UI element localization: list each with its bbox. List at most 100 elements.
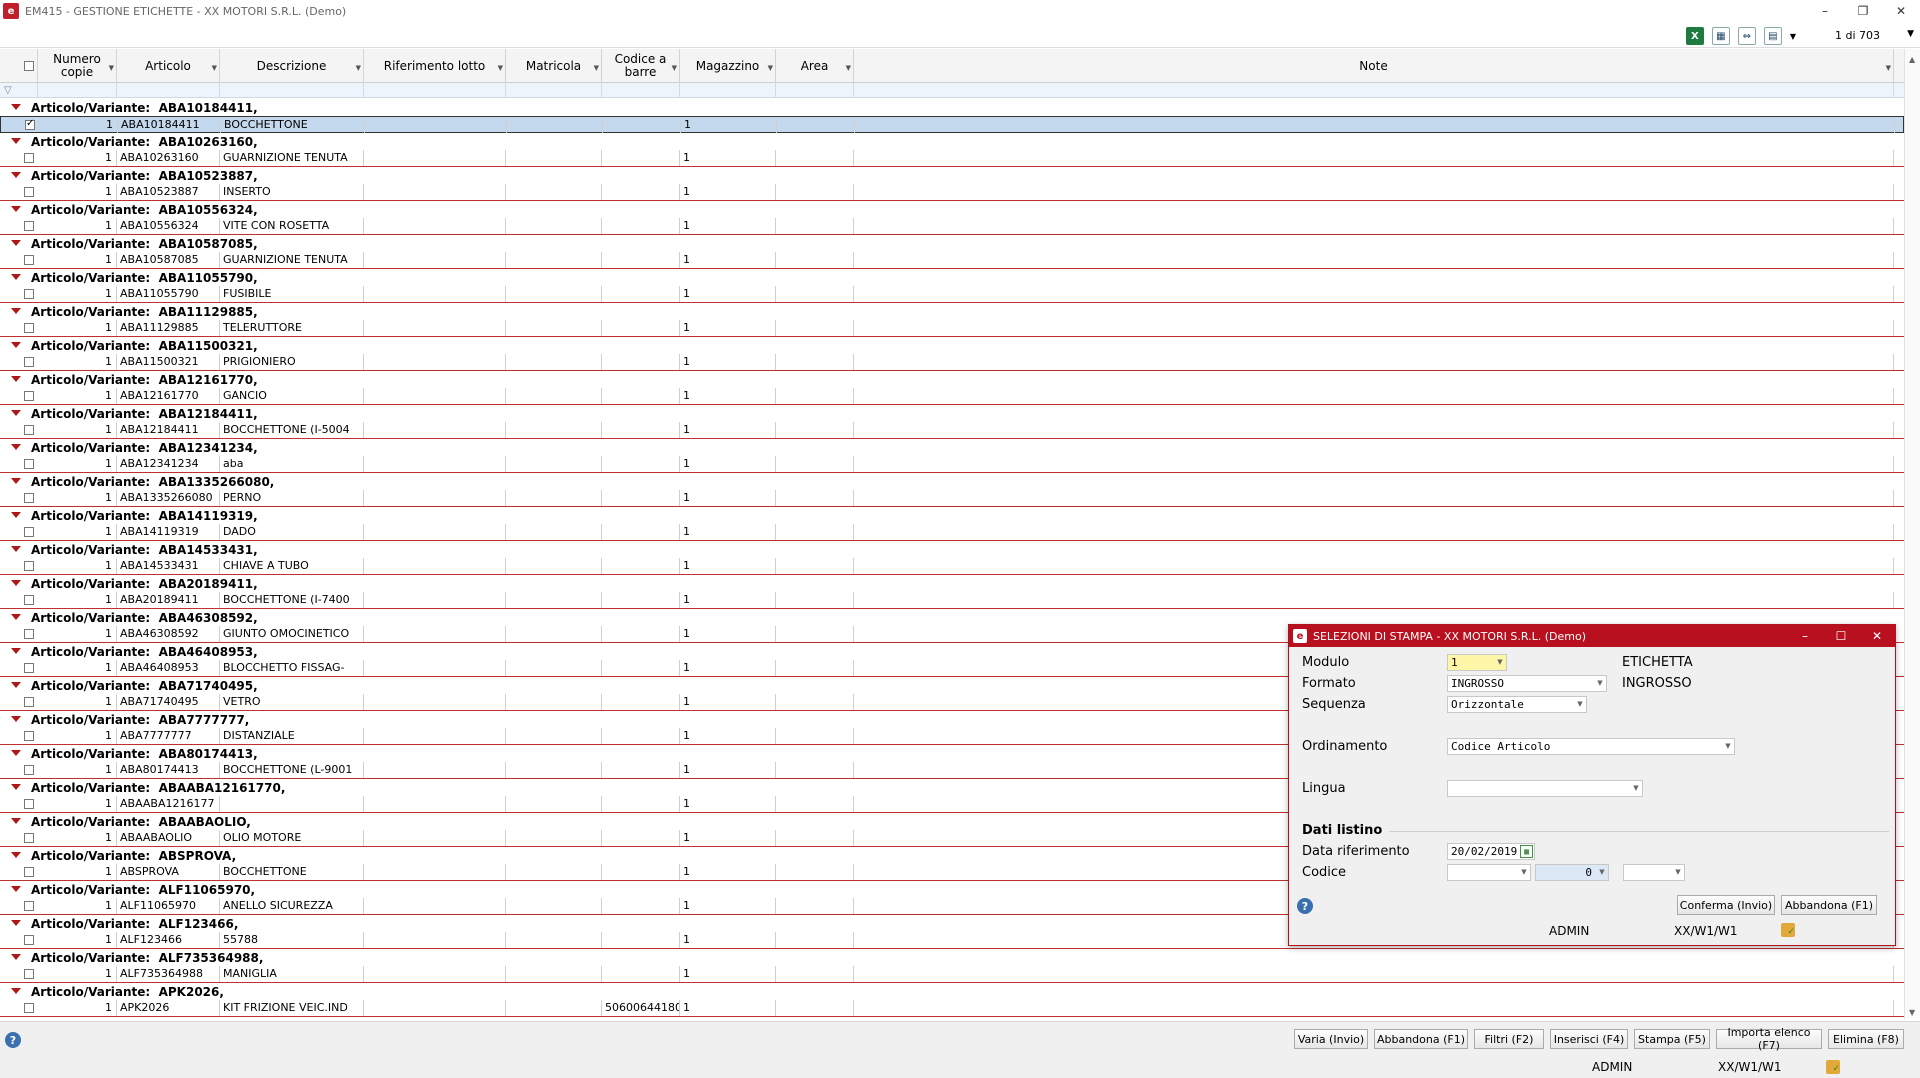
minimize-icon[interactable]: – bbox=[1806, 0, 1844, 22]
cell-lotto[interactable] bbox=[364, 592, 506, 608]
cell-copie[interactable]: 1 bbox=[38, 456, 117, 472]
page-dropdown-icon[interactable]: ▼ bbox=[1907, 29, 1914, 39]
row-checkbox[interactable] bbox=[24, 867, 34, 877]
cell-area[interactable] bbox=[776, 524, 854, 540]
group-header[interactable]: Articolo/Variante: ABA12341234, bbox=[0, 439, 1904, 456]
collapse-triangle-icon[interactable] bbox=[11, 104, 21, 110]
cell-magazzino[interactable]: 1 bbox=[680, 456, 776, 472]
group-header[interactable]: Articolo/Variante: ABA10263160, bbox=[0, 133, 1904, 150]
cell-matricola[interactable] bbox=[506, 354, 602, 370]
cell-area[interactable] bbox=[776, 422, 854, 438]
cell-descrizione[interactable]: GANCIO bbox=[220, 388, 364, 404]
group-header[interactable]: Articolo/Variante: ABA12184411, bbox=[0, 405, 1904, 422]
cell-area[interactable] bbox=[776, 354, 854, 370]
cell-articolo[interactable]: ABA11129885 bbox=[117, 320, 220, 336]
select-all-checkbox[interactable] bbox=[24, 61, 34, 71]
cell-articolo[interactable]: ABA14533431 bbox=[117, 558, 220, 574]
cell-matricola[interactable] bbox=[506, 320, 602, 336]
cell-copie[interactable]: 1 bbox=[38, 728, 117, 744]
cell-lotto[interactable] bbox=[364, 456, 506, 472]
row-checkbox[interactable]: ✓ bbox=[25, 118, 35, 130]
cell-matricola[interactable] bbox=[506, 592, 602, 608]
cell-area[interactable] bbox=[776, 558, 854, 574]
cell-articolo[interactable]: ALF11065970 bbox=[117, 898, 220, 914]
data-riferimento-input[interactable]: 20/02/2019 ▦ bbox=[1447, 843, 1535, 860]
cell-barre[interactable] bbox=[602, 354, 680, 370]
cell-articolo[interactable]: ALF123466 bbox=[117, 932, 220, 948]
cell-descrizione[interactable]: 55788 bbox=[220, 932, 364, 948]
filter-riferimento-lotto[interactable] bbox=[364, 83, 506, 98]
table-row[interactable]: 1 ABA12184411 BOCCHETTONE (I-5004 1 bbox=[0, 422, 1904, 439]
cell-lotto[interactable] bbox=[364, 932, 506, 948]
dialog-help-icon[interactable]: ? bbox=[1297, 898, 1313, 914]
table-row[interactable]: 1 ABA12161770 GANCIO 1 bbox=[0, 388, 1904, 405]
cell-matricola[interactable] bbox=[506, 422, 602, 438]
cell-descrizione[interactable]: BOCCHETTONE bbox=[220, 864, 364, 880]
header-numero-copie[interactable]: Numero copie ▼ bbox=[38, 49, 117, 83]
row-checkbox[interactable] bbox=[24, 153, 34, 163]
cell-lotto[interactable] bbox=[364, 490, 506, 506]
dialog-maximize-icon[interactable]: ☐ bbox=[1823, 625, 1859, 647]
cell-articolo[interactable]: ABA12161770 bbox=[117, 388, 220, 404]
cell-articolo[interactable]: ABA80174413 bbox=[117, 762, 220, 778]
filter-numero-copie[interactable] bbox=[38, 83, 117, 98]
cell-copie[interactable]: 1 bbox=[38, 626, 117, 642]
header-codice-barre[interactable]: Codice a barre ▼ bbox=[602, 49, 680, 83]
cell-copie[interactable]: 1 bbox=[38, 252, 117, 268]
cell-lotto[interactable] bbox=[364, 252, 506, 268]
row-checkbox[interactable] bbox=[24, 833, 34, 843]
cell-note[interactable] bbox=[854, 422, 1894, 438]
header-descrizione[interactable]: Descrizione ▼ bbox=[220, 49, 364, 83]
table-row[interactable]: 1 ABA11129885 TELERUTTORE 1 bbox=[0, 320, 1904, 337]
cell-matricola[interactable] bbox=[506, 286, 602, 302]
cell-note[interactable] bbox=[854, 524, 1894, 540]
cell-copie[interactable]: 1 bbox=[38, 762, 117, 778]
row-checkbox[interactable] bbox=[24, 935, 34, 945]
row-checkbox[interactable] bbox=[24, 765, 34, 775]
cell-magazzino[interactable]: 1 bbox=[680, 898, 776, 914]
cell-descrizione[interactable]: VETRO bbox=[220, 694, 364, 710]
cell-barre[interactable] bbox=[602, 796, 680, 812]
cell-matricola[interactable] bbox=[506, 898, 602, 914]
cell-magazzino[interactable]: 1 bbox=[680, 320, 776, 336]
cell-descrizione[interactable]: VITE CON ROSETTA bbox=[220, 218, 364, 234]
cell-area[interactable] bbox=[776, 286, 854, 302]
cell-area[interactable] bbox=[776, 1000, 854, 1016]
cell-note[interactable] bbox=[854, 1000, 1894, 1016]
group-header[interactable]: Articolo/Variante: ABA10556324, bbox=[0, 201, 1904, 218]
grid-layout-icon[interactable]: ▦ bbox=[1711, 27, 1730, 45]
abbandona-button[interactable]: Abbandona (F1) bbox=[1374, 1029, 1468, 1049]
collapse-triangle-icon[interactable] bbox=[11, 376, 21, 382]
collapse-triangle-icon[interactable] bbox=[11, 716, 21, 722]
row-checkbox[interactable] bbox=[24, 187, 34, 197]
cell-copie[interactable]: 1 bbox=[38, 558, 117, 574]
row-checkbox[interactable] bbox=[24, 459, 34, 469]
cell-magazzino[interactable]: 1 bbox=[680, 728, 776, 744]
cell-matricola[interactable] bbox=[506, 1000, 602, 1016]
conferma-button[interactable]: Conferma (Invio) bbox=[1677, 895, 1775, 915]
collapse-triangle-icon[interactable] bbox=[11, 784, 21, 790]
table-row[interactable]: 1 ABA14119319 DADO 1 bbox=[0, 524, 1904, 541]
cell-magazzino[interactable]: 1 bbox=[680, 932, 776, 948]
cell-descrizione[interactable]: BOCCHETTONE (L-9001 bbox=[220, 762, 364, 778]
cell-articolo[interactable]: ABA10556324 bbox=[117, 218, 220, 234]
cell-barre[interactable]: 50600644180 bbox=[602, 1000, 680, 1016]
cell-descrizione[interactable]: BOCCHETTONE (I-5004 bbox=[220, 422, 364, 438]
table-row[interactable]: 1 ABA1335266080 PERNO 1 bbox=[0, 490, 1904, 507]
collapse-triangle-icon[interactable] bbox=[11, 614, 21, 620]
cell-barre[interactable] bbox=[602, 694, 680, 710]
cell-magazzino[interactable]: 1 bbox=[680, 422, 776, 438]
cell-matricola[interactable] bbox=[506, 932, 602, 948]
cell-area[interactable] bbox=[776, 830, 854, 846]
ordinamento-select[interactable]: Codice Articolo ▼ bbox=[1447, 738, 1735, 755]
cell-copie[interactable]: 1 bbox=[38, 592, 117, 608]
row-checkbox[interactable] bbox=[24, 493, 34, 503]
collapse-triangle-icon[interactable] bbox=[11, 138, 21, 144]
cell-copie[interactable]: 1 bbox=[38, 1000, 117, 1016]
row-checkbox[interactable] bbox=[24, 969, 34, 979]
excel-export-icon[interactable]: X bbox=[1685, 27, 1704, 45]
cell-matricola[interactable] bbox=[506, 728, 602, 744]
cell-lotto[interactable] bbox=[364, 728, 506, 744]
row-checkbox[interactable] bbox=[24, 323, 34, 333]
cell-area[interactable] bbox=[776, 184, 854, 200]
